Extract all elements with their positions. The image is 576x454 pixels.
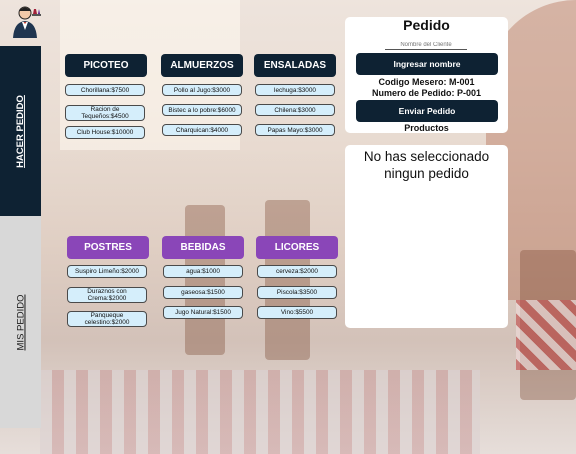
tab-mis-pedido-label: MIS PEDIDO [15, 294, 27, 350]
menu-item-button[interactable]: gaseosa:$1500 [163, 286, 243, 299]
background-chair [185, 205, 225, 355]
background-chair [265, 200, 310, 360]
menu-item-button[interactable]: cerveza:$2000 [257, 265, 337, 278]
menu-item-button[interactable]: Panqueque celestino:$2000 [67, 311, 147, 327]
background-table [40, 370, 480, 454]
category-bebidas-button[interactable]: BEBIDAS [162, 236, 244, 259]
menu-item-button[interactable]: Chilena:$3000 [255, 104, 335, 116]
order-panel: Pedido Ingresar nombre Codigo Mesero: M-… [345, 17, 508, 133]
waiter-code: Codigo Mesero: M-001 [378, 77, 475, 87]
menu-item-button[interactable]: Charquican:$4000 [162, 124, 242, 136]
set-name-button[interactable]: Ingresar nombre [356, 53, 498, 75]
menu-item-button[interactable]: Pollo al Jugo:$3000 [162, 84, 242, 96]
send-order-button[interactable]: Enviar Pedido [356, 100, 498, 122]
sidebar: HACER PEDIDO MIS PEDIDO [0, 46, 41, 454]
tab-hacer-pedido-label: HACER PEDIDO [15, 94, 26, 168]
menu-item-button[interactable]: lechuga:$3000 [255, 84, 335, 96]
menu-item-button[interactable]: Duraznos con Crema:$2000 [67, 287, 147, 303]
order-number: Numero de Pedido: P-001 [371, 88, 482, 98]
menu-item-button[interactable]: Vino:$5500 [257, 306, 337, 319]
waiter-logo-icon [8, 4, 42, 40]
background-tablecloth [516, 300, 576, 370]
client-name-input[interactable] [385, 40, 467, 50]
menu-item-button[interactable]: agua:$1000 [163, 265, 243, 278]
category-licores-button[interactable]: LICORES [256, 236, 338, 259]
menu-item-button[interactable]: Bistec a lo pobre:$6000 [162, 104, 242, 116]
tab-hacer-pedido[interactable]: HACER PEDIDO [0, 46, 41, 216]
menu-item-button[interactable]: Suspiro Limeño:$2000 [67, 265, 147, 278]
order-products-panel: No has seleccionado ningun pedido [345, 145, 508, 328]
tab-mis-pedido[interactable]: MIS PEDIDO [0, 216, 41, 428]
category-almuerzos-button[interactable]: ALMUERZOS [161, 54, 243, 77]
category-picoteo-button[interactable]: PICOTEO [65, 54, 147, 77]
empty-order-message: No has seleccionado ningun pedido [363, 149, 490, 181]
order-title: Pedido [403, 17, 450, 33]
menu-item-button[interactable]: Jugo Natural:$1500 [163, 306, 243, 319]
menu-item-button[interactable]: Club House:$10000 [65, 126, 145, 139]
menu-item-button[interactable]: Papas Mayo:$3000 [255, 124, 335, 136]
menu-item-button[interactable]: Racion de Tequeños:$4500 [65, 105, 145, 121]
category-ensaladas-button[interactable]: ENSALADAS [254, 54, 336, 77]
menu-item-button[interactable]: Chorillana:$7500 [65, 84, 145, 96]
products-heading: Productos [404, 123, 449, 133]
category-postres-button[interactable]: POSTRES [67, 236, 149, 259]
menu-item-button[interactable]: Piscola:$3500 [257, 286, 337, 299]
